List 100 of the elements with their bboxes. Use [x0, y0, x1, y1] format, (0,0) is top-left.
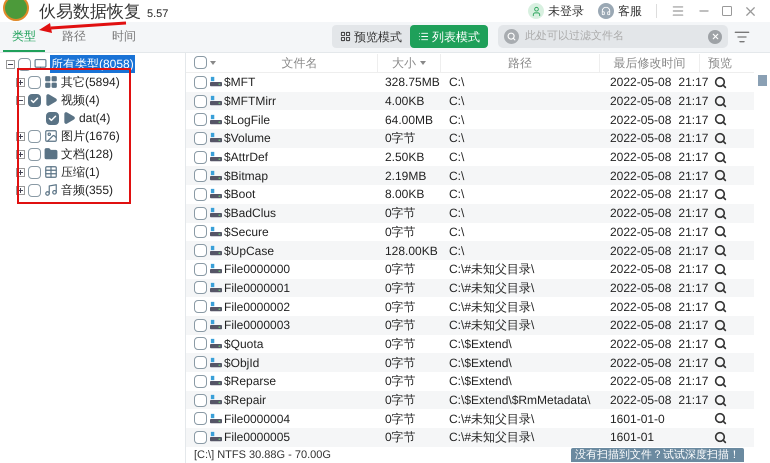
checkbox[interactable]	[28, 130, 41, 142]
maximize-icon[interactable]	[721, 5, 733, 17]
file-name-cell-text: $Repair	[223, 392, 268, 410]
preview-icon[interactable]	[714, 225, 726, 238]
checkbox[interactable]	[28, 94, 41, 106]
filter-icon[interactable]	[734, 28, 750, 44]
user-icon[interactable]	[528, 3, 544, 19]
date-cell-text: 2022-05-08	[610, 354, 672, 372]
checkbox[interactable]	[28, 166, 41, 178]
checkbox[interactable]	[194, 412, 207, 426]
checkbox[interactable]	[28, 148, 41, 160]
checkbox[interactable]	[194, 225, 207, 238]
checkbox[interactable]	[194, 206, 207, 220]
time-cell-text: 21:17	[678, 168, 708, 185]
preview-icon[interactable]	[714, 262, 726, 276]
checkbox[interactable]	[194, 188, 207, 201]
column-header[interactable]: 路径	[441, 54, 600, 72]
search-field[interactable]: 此处可以过滤文件名	[498, 25, 728, 48]
checkbox[interactable]	[194, 94, 207, 108]
checkbox[interactable]	[46, 112, 59, 124]
file-name-cell-text: $Quota	[223, 336, 264, 353]
support-link[interactable]: 客服	[618, 2, 642, 20]
preview-icon[interactable]	[714, 94, 726, 108]
scrollbar-thumb[interactable]	[758, 75, 766, 86]
preview-icon[interactable]	[714, 300, 726, 314]
time-cell-text: 21:17	[678, 74, 708, 92]
tree-item[interactable]: 图片(1676)	[61, 127, 120, 145]
size-cell-text: 128.00KB	[384, 242, 439, 260]
checkbox[interactable]	[28, 184, 41, 196]
preview-icon[interactable]	[714, 113, 726, 126]
checkbox[interactable]	[194, 300, 207, 314]
preview-icon[interactable]	[714, 430, 726, 444]
collapse-icon[interactable]	[6, 60, 15, 68]
checkbox[interactable]	[194, 281, 207, 294]
tab[interactable]: 路径	[53, 27, 95, 52]
dropdown-icon[interactable]	[210, 60, 216, 64]
preview-icon[interactable]	[714, 412, 726, 426]
tree-item[interactable]: dat(4)	[79, 109, 110, 127]
deep-scan-button[interactable]: 没有扫描到文件？试试深度扫描！	[571, 448, 744, 462]
view-mode-button[interactable]: 列表模式	[410, 25, 488, 48]
preview-icon[interactable]	[714, 337, 726, 350]
time-cell-text: 21:17	[678, 336, 708, 353]
file-name-cell-text: $UpCase	[223, 242, 276, 260]
time-cell-text: 21:17	[678, 317, 708, 334]
preview-icon[interactable]	[714, 356, 726, 370]
preview-icon[interactable]	[714, 281, 726, 294]
login-status[interactable]: 未登录	[548, 2, 584, 20]
view-mode-button[interactable]: 预览模式	[332, 25, 410, 48]
size-cell-text: 2.19MB	[384, 168, 428, 185]
checkbox[interactable]	[194, 318, 207, 332]
time-cell-text: 21:17	[678, 373, 708, 390]
tree-item[interactable]: 视频(4)	[61, 91, 100, 109]
preview-icon[interactable]	[714, 76, 726, 89]
checkbox[interactable]	[194, 374, 207, 388]
preview-icon[interactable]	[714, 394, 726, 407]
column-header[interactable]: 预览	[700, 54, 740, 72]
preview-icon[interactable]	[714, 150, 726, 164]
checkbox[interactable]	[194, 132, 207, 145]
checkbox[interactable]	[194, 150, 207, 164]
drive-icon	[210, 207, 222, 220]
time-cell-text: 21:17	[678, 93, 708, 110]
checkbox[interactable]	[194, 244, 207, 258]
tab[interactable]: 时间	[103, 27, 145, 52]
sort-icon[interactable]	[420, 60, 426, 64]
tree-item[interactable]: 文档(128)	[61, 145, 114, 163]
preview-icon[interactable]	[714, 244, 726, 258]
checkbox[interactable]	[194, 169, 207, 182]
preview-icon[interactable]	[714, 318, 726, 332]
file-name-cell-text: File0000000	[223, 261, 292, 278]
preview-icon[interactable]	[714, 188, 726, 201]
checkbox[interactable]	[194, 337, 207, 350]
tree-item[interactable]: 其它(5894)	[61, 73, 120, 91]
column-header[interactable]: 最后修改时间	[600, 54, 700, 72]
checkbox[interactable]	[194, 262, 207, 276]
preview-icon[interactable]	[714, 132, 726, 145]
checkbox[interactable]	[194, 56, 207, 69]
menu-icon[interactable]	[671, 4, 685, 18]
version-label: 5.57	[147, 6, 168, 22]
checkbox[interactable]	[194, 430, 207, 444]
checkbox[interactable]	[28, 76, 41, 88]
search-input[interactable]: 此处可以过滤文件名	[525, 28, 708, 45]
date-cell-text: 2022-05-08	[610, 373, 672, 390]
preview-icon[interactable]	[714, 169, 726, 182]
clear-icon[interactable]	[708, 30, 722, 44]
checkbox[interactable]	[194, 356, 207, 370]
time-cell-text: 21:17	[678, 186, 708, 204]
date-cell-text: 2022-05-08	[610, 336, 672, 353]
column-header[interactable]: 文件名	[222, 54, 378, 72]
list-icon	[418, 31, 429, 42]
checkbox[interactable]	[194, 394, 207, 407]
time-cell-text: 21:17	[678, 261, 708, 278]
preview-icon[interactable]	[714, 374, 726, 388]
tree-item[interactable]: 音频(355)	[61, 181, 114, 199]
checkbox[interactable]	[194, 113, 207, 126]
checkbox[interactable]	[194, 76, 207, 89]
column-header[interactable]: 大小	[378, 54, 441, 72]
preview-icon[interactable]	[714, 206, 726, 220]
size-cell-text: 0字节	[384, 410, 417, 428]
tree-item[interactable]: 压缩(1)	[61, 163, 100, 181]
support-icon[interactable]	[598, 3, 614, 19]
